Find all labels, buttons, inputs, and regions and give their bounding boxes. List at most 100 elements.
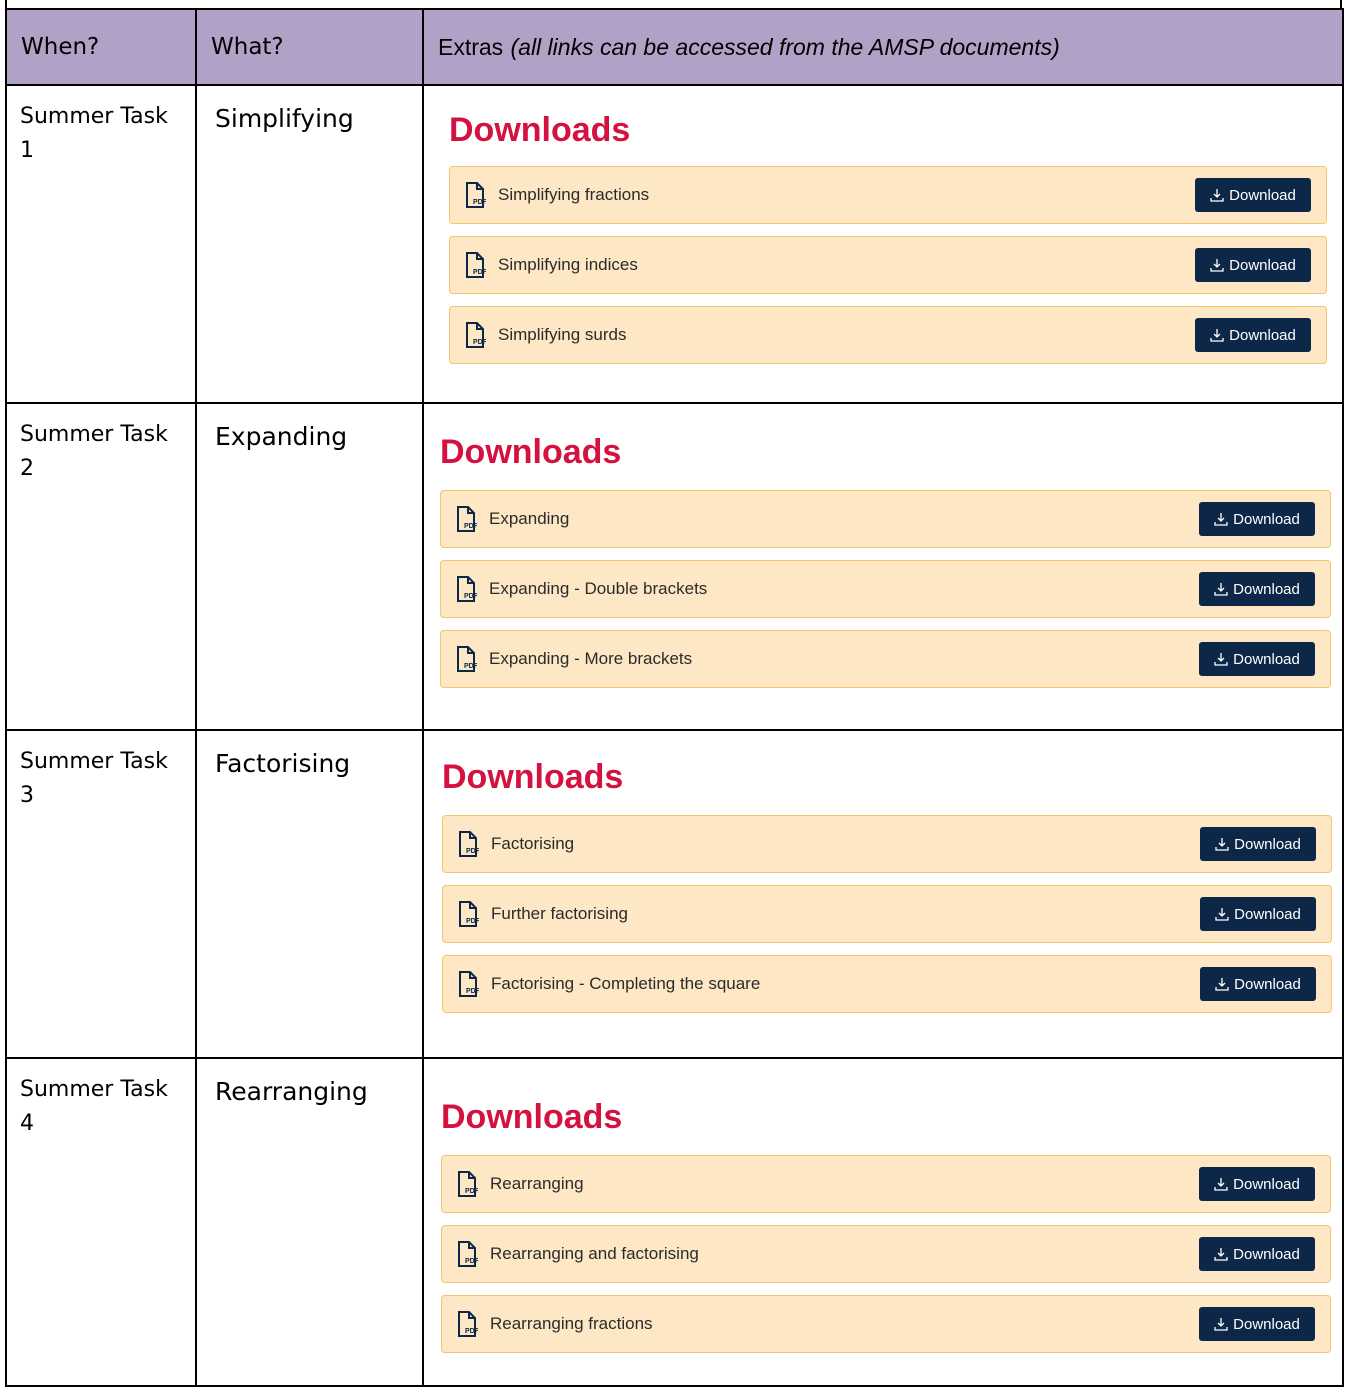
extras-cell: Downloads PDF Expanding Download PDF Exp… bbox=[422, 402, 1344, 731]
download-button[interactable]: Download bbox=[1195, 318, 1311, 352]
download-icon bbox=[1210, 329, 1224, 342]
pdf-file-icon: PDF bbox=[458, 1241, 478, 1267]
summer-tasks-table: When? What? Extras (all links can be acc… bbox=[5, 8, 1344, 1387]
download-button-label: Download bbox=[1229, 186, 1296, 204]
svg-text:PDF: PDF bbox=[466, 988, 479, 995]
pdf-file-icon: PDF bbox=[459, 971, 479, 997]
download-button-label: Download bbox=[1233, 580, 1300, 598]
svg-text:PDF: PDF bbox=[465, 1188, 478, 1195]
downloads-heading: Downloads bbox=[441, 1098, 623, 1136]
when-label: Summer Task bbox=[20, 1077, 168, 1102]
topic-label: Expanding bbox=[215, 422, 348, 451]
when-number: 4 bbox=[20, 1111, 34, 1136]
download-button[interactable]: Download bbox=[1200, 827, 1316, 861]
table-row: Summer Task 1 Simplifying Downloads PDF … bbox=[5, 84, 1344, 404]
when-number: 1 bbox=[20, 138, 34, 163]
download-button-label: Download bbox=[1234, 905, 1301, 923]
downloads-heading: Downloads bbox=[449, 111, 631, 149]
file-name: Rearranging and factorising bbox=[490, 1244, 699, 1263]
extras-cell: Downloads PDF Rearranging Download PDF R… bbox=[422, 1057, 1344, 1387]
download-button[interactable]: Download bbox=[1199, 572, 1315, 606]
download-icon bbox=[1210, 189, 1224, 202]
when-cell: Summer Task 2 bbox=[5, 402, 197, 731]
downloads-panel: Downloads PDF Rearranging Download PDF R… bbox=[424, 1059, 1342, 1353]
pdf-file-icon: PDF bbox=[466, 322, 486, 348]
downloads-panel: Downloads PDF Expanding Download PDF Exp… bbox=[424, 404, 1342, 688]
downloads-heading: Downloads bbox=[442, 758, 624, 796]
pdf-file-icon: PDF bbox=[458, 1311, 478, 1337]
when-label: Summer Task bbox=[20, 422, 168, 447]
document-page: When? What? Extras (all links can be acc… bbox=[0, 0, 1348, 1387]
download-icon bbox=[1214, 513, 1228, 526]
download-icon bbox=[1215, 908, 1229, 921]
file-name: Factorising - Completing the square bbox=[491, 974, 761, 993]
download-item: PDF Rearranging Download bbox=[441, 1155, 1331, 1213]
download-button[interactable]: Download bbox=[1199, 1307, 1315, 1341]
download-button[interactable]: Download bbox=[1199, 1167, 1315, 1201]
header-extras-label: Extras bbox=[438, 33, 504, 60]
header-what: What? bbox=[195, 8, 424, 86]
download-button-label: Download bbox=[1234, 975, 1301, 993]
download-button-label: Download bbox=[1233, 650, 1300, 668]
download-icon bbox=[1214, 1248, 1228, 1261]
table-border-stub-right bbox=[1340, 0, 1342, 8]
download-icon bbox=[1210, 259, 1224, 272]
download-icon bbox=[1214, 653, 1228, 666]
when-label: Summer Task bbox=[20, 104, 168, 129]
table-header-row: When? What? Extras (all links can be acc… bbox=[5, 8, 1344, 86]
what-cell: Expanding bbox=[195, 402, 424, 731]
download-item: PDF Simplifying fractions Download bbox=[449, 166, 1327, 224]
download-item: PDF Further factorising Download bbox=[442, 885, 1332, 943]
download-icon bbox=[1214, 583, 1228, 596]
what-cell: Rearranging bbox=[195, 1057, 424, 1387]
download-icon bbox=[1215, 838, 1229, 851]
downloads-panel: Downloads PDF Factorising Download PDF F… bbox=[424, 731, 1342, 1013]
download-button-label: Download bbox=[1233, 1175, 1300, 1193]
download-button-label: Download bbox=[1234, 835, 1301, 853]
download-button[interactable]: Download bbox=[1195, 248, 1311, 282]
file-name: Rearranging fractions bbox=[490, 1314, 653, 1333]
download-button[interactable]: Download bbox=[1195, 178, 1311, 212]
pdf-file-icon: PDF bbox=[466, 252, 486, 278]
header-extras: Extras (all links can be accessed from t… bbox=[422, 8, 1344, 86]
when-cell: Summer Task 1 bbox=[5, 84, 197, 404]
download-item: PDF Expanding - More brackets Download bbox=[440, 630, 1331, 688]
download-item: PDF Rearranging fractions Download bbox=[441, 1295, 1331, 1353]
download-button[interactable]: Download bbox=[1200, 967, 1316, 1001]
extras-cell: Downloads PDF Simplifying fractions Down… bbox=[422, 84, 1344, 404]
svg-text:PDF: PDF bbox=[464, 593, 477, 600]
download-button[interactable]: Download bbox=[1200, 897, 1316, 931]
svg-text:PDF: PDF bbox=[466, 918, 479, 925]
download-item: PDF Factorising Download bbox=[442, 815, 1332, 873]
table-row: Summer Task 4 Rearranging Downloads PDF … bbox=[5, 1057, 1344, 1387]
header-extras-note: (all links can be accessed from the AMSP… bbox=[510, 33, 1060, 60]
download-item: PDF Expanding Download bbox=[440, 490, 1331, 548]
svg-text:PDF: PDF bbox=[464, 663, 477, 670]
pdf-file-icon: PDF bbox=[459, 831, 479, 857]
download-item: PDF Rearranging and factorising Download bbox=[441, 1225, 1331, 1283]
pdf-file-icon: PDF bbox=[457, 646, 477, 672]
download-icon bbox=[1215, 978, 1229, 991]
download-icon bbox=[1214, 1178, 1228, 1191]
topic-label: Factorising bbox=[215, 749, 351, 778]
svg-text:PDF: PDF bbox=[473, 339, 486, 346]
download-button-label: Download bbox=[1233, 1245, 1300, 1263]
download-button-label: Download bbox=[1233, 510, 1300, 528]
when-label: Summer Task bbox=[20, 749, 168, 774]
svg-text:PDF: PDF bbox=[465, 1258, 478, 1265]
download-button[interactable]: Download bbox=[1199, 502, 1315, 536]
file-name: Factorising bbox=[491, 834, 575, 853]
svg-text:PDF: PDF bbox=[466, 848, 479, 855]
download-button[interactable]: Download bbox=[1199, 1237, 1315, 1271]
download-icon bbox=[1214, 1318, 1228, 1331]
svg-text:PDF: PDF bbox=[464, 523, 477, 530]
file-name: Simplifying surds bbox=[498, 325, 627, 344]
header-when-label: When? bbox=[21, 34, 100, 60]
table-border-stub-left bbox=[5, 0, 7, 8]
download-button[interactable]: Download bbox=[1199, 642, 1315, 676]
pdf-file-icon: PDF bbox=[466, 182, 486, 208]
pdf-file-icon: PDF bbox=[457, 576, 477, 602]
header-when: When? bbox=[5, 8, 197, 86]
topic-label: Rearranging bbox=[215, 1077, 368, 1106]
when-cell: Summer Task 4 bbox=[5, 1057, 197, 1387]
